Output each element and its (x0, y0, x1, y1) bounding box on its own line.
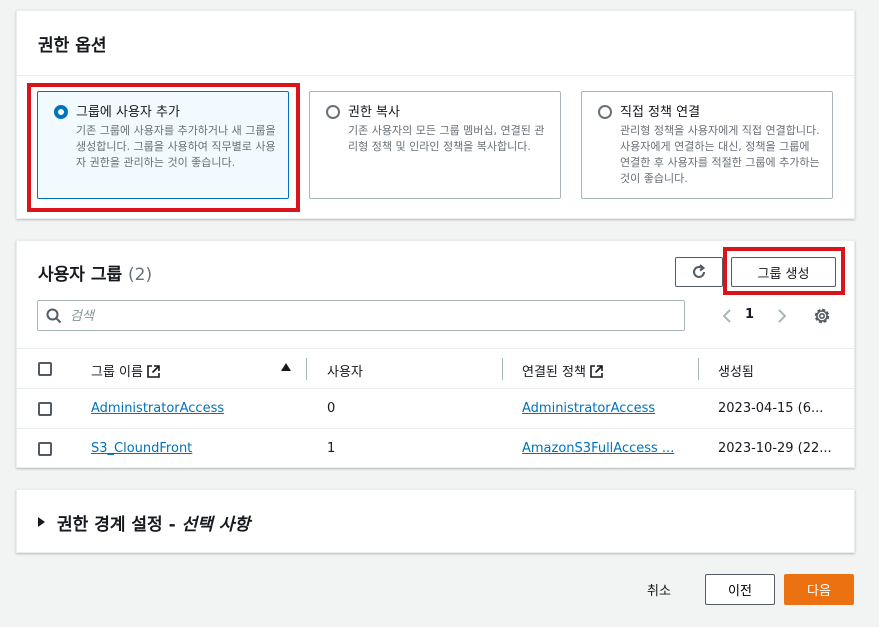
option-description: 관리형 정책을 사용자에게 직접 연결합니다. 사용자에게 연결하는 대신, 정… (620, 124, 820, 185)
option-attach-policies[interactable]: 직접 정책 연결 관리형 정책을 사용자에게 직접 연결합니다. 사용자에게 연… (581, 91, 833, 199)
table-header-row: 그룹 이름 사용자 연결된 정책 생성됨 (17, 348, 854, 389)
refresh-icon (693, 264, 706, 278)
row-checkbox[interactable] (38, 402, 52, 416)
column-header-created[interactable]: 생성됨 (718, 361, 848, 380)
search-input[interactable] (70, 305, 670, 327)
radio-icon[interactable] (326, 105, 340, 119)
sort-ascending-icon[interactable] (281, 363, 291, 371)
radio-icon[interactable] (598, 105, 612, 119)
optional-label: 선택 사항 (181, 515, 251, 535)
group-user-count: 0 (327, 401, 336, 416)
column-header-group-name[interactable]: 그룹 이름 (91, 361, 291, 380)
group-name-link[interactable]: AdministratorAccess (91, 401, 291, 416)
group-created-date: 2023-04-15 (6... (718, 401, 824, 416)
gear-icon[interactable] (811, 305, 833, 327)
column-divider[interactable] (502, 358, 503, 380)
option-description: 기존 사용자의 모든 그룹 멤버십, 연결된 관리형 정책 및 인라인 정책을 … (348, 124, 545, 153)
caret-right-icon[interactable] (38, 517, 45, 527)
policy-link[interactable]: AmazonS3FullAccess ... (522, 441, 682, 456)
pagination-previous-icon[interactable] (717, 304, 737, 328)
option-title: 직접 정책 연결 (620, 105, 701, 120)
next-button[interactable]: 다음 (784, 574, 854, 605)
row-checkbox[interactable] (38, 442, 52, 456)
pagination-current-page[interactable]: 1 (745, 307, 754, 322)
highlight-box (27, 83, 300, 212)
user-groups-title-text: 사용자 그룹 (38, 265, 123, 285)
pagination-next-icon[interactable] (772, 304, 792, 328)
permission-boundary-panel[interactable]: 권한 경계 설정 - 선택 사항 (16, 489, 855, 553)
external-link-icon (147, 365, 160, 378)
group-created-date: 2023-10-29 (22... (718, 441, 832, 456)
permission-boundary-title[interactable]: 권한 경계 설정 - 선택 사항 (57, 510, 250, 535)
column-divider[interactable] (698, 358, 699, 380)
user-groups-title: 사용자 그룹 (2) (38, 260, 152, 285)
refresh-button[interactable] (675, 257, 723, 287)
column-header-policies[interactable]: 연결된 정책 (522, 361, 682, 380)
group-name-link[interactable]: S3_CloundFront (91, 441, 291, 456)
previous-button[interactable]: 이전 (705, 574, 775, 605)
table-row: S3_CloundFront 1 AmazonS3FullAccess ... … (17, 429, 854, 469)
permission-options-title: 권한 옵션 (38, 36, 107, 56)
groups-table: 그룹 이름 사용자 연결된 정책 생성됨 AdministratorAccess… (17, 348, 854, 469)
external-link-icon (590, 365, 603, 378)
highlight-box (723, 247, 845, 295)
search-icon (46, 308, 62, 324)
select-all-checkbox[interactable] (38, 362, 52, 376)
group-user-count: 1 (327, 441, 336, 456)
cancel-button[interactable]: 취소 (647, 580, 671, 599)
policy-link[interactable]: AdministratorAccess (522, 401, 682, 416)
column-divider[interactable] (306, 358, 307, 380)
search-box (37, 300, 685, 331)
option-title: 권한 복사 (348, 105, 400, 120)
divider (17, 75, 854, 76)
table-row: AdministratorAccess 0 AdministratorAcces… (17, 389, 854, 429)
option-copy-permissions[interactable]: 권한 복사 기존 사용자의 모든 그룹 멤버십, 연결된 관리형 정책 및 인라… (309, 91, 561, 199)
column-header-users[interactable]: 사용자 (327, 361, 457, 380)
user-groups-count: (2) (128, 265, 153, 285)
